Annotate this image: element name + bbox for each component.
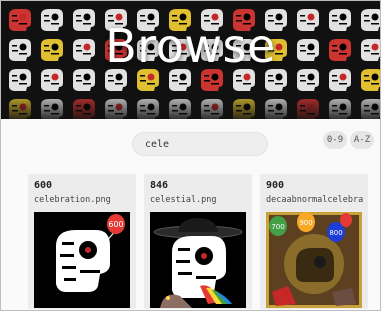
banner: Browse (1, 1, 380, 119)
card-filename: celebration.png (34, 195, 111, 205)
card-filename: decaabnormalcelebration (266, 195, 364, 205)
balloon-label: 600 (108, 220, 123, 229)
card-number: 900 (266, 180, 285, 191)
app-frame: Browse cele 0-9 A-Z 600 celebration.png (0, 0, 381, 311)
card-number: 600 (34, 180, 53, 191)
card-image[interactable]: 700 900 800 (266, 212, 362, 308)
emoji-card[interactable]: 900 decaabnormalcelebration 700 900 800 (260, 174, 368, 309)
emoji-card[interactable]: 600 celebration.png 600 (28, 174, 136, 309)
card-image[interactable] (150, 212, 246, 308)
card-number: 846 (150, 180, 169, 191)
card-filename: celestial.png (150, 195, 217, 205)
sort-numeric-button[interactable]: 0-9 (323, 131, 347, 149)
sort-alpha-button[interactable]: A-Z (350, 131, 374, 149)
search-input[interactable]: cele (132, 132, 268, 156)
card-image[interactable]: 600 (34, 212, 130, 308)
emoji-card[interactable]: 846 celestial.png (144, 174, 252, 309)
balloon-label: 800 (329, 229, 342, 237)
page-title: Browse (105, 19, 276, 73)
banner-fade (1, 91, 380, 119)
balloon-label: 900 (299, 219, 312, 227)
balloon-label: 700 (271, 223, 284, 231)
